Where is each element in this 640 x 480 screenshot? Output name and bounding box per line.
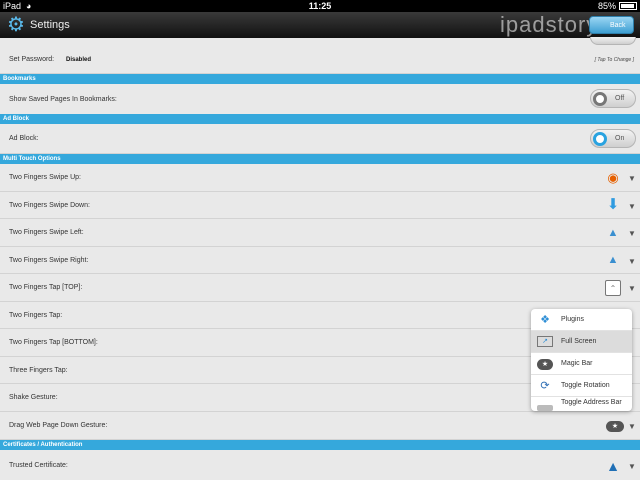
bookmarks-label: Show Saved Pages In Bookmarks:	[9, 96, 117, 103]
password-label: Set Password:	[9, 56, 55, 63]
ad-block-label: Ad Block:	[9, 135, 39, 142]
magic-bar-icon[interactable]: ★	[606, 421, 624, 432]
address-bar-icon	[537, 405, 553, 411]
gesture-row-swipe-right[interactable]: Two Fingers Swipe Right: ▲ ▼	[0, 247, 640, 274]
status-bar: iPad ◕ 11:25 85%	[0, 0, 640, 12]
gesture-label: Two Fingers Swipe Left:	[9, 229, 84, 236]
gesture-row-swipe-up[interactable]: Two Fingers Swipe Up: ◉ ▼	[0, 164, 640, 192]
bookmarks-row: Show Saved Pages In Bookmarks: Off	[0, 84, 640, 116]
gesture-label: Two Fingers Tap:	[9, 312, 63, 319]
section-certificates: Certificates / Authentication	[0, 440, 640, 450]
gesture-row-swipe-left[interactable]: Two Fingers Swipe Left: ▲ ▼	[0, 219, 640, 247]
battery-icon	[619, 2, 637, 10]
settings-list: Set Password: Disabled [ Tap To Change ]…	[0, 37, 640, 480]
dropdown-arrow-icon[interactable]: ▼	[627, 175, 637, 183]
dropdown-arrow-icon[interactable]: ▼	[627, 463, 637, 471]
gesture-label: Shake Gesture:	[9, 394, 58, 401]
popup-item-label: Magic Bar	[561, 360, 593, 367]
section-multi-touch: Multi Touch Options	[0, 154, 640, 164]
fullscreen-icon: ↗	[537, 336, 553, 347]
puzzle-icon: ❖	[540, 314, 550, 326]
password-row[interactable]: Set Password: Disabled [ Tap To Change ]	[0, 46, 640, 74]
popup-item-label: Plugins	[561, 316, 584, 323]
dropdown-arrow-icon[interactable]: ▼	[627, 258, 637, 266]
popup-item-plugins[interactable]: ❖ Plugins	[531, 309, 632, 331]
popup-item-label: Full Screen	[561, 338, 597, 345]
gesture-row-tap-top[interactable]: Two Fingers Tap [TOP]: ⌃ ▼	[0, 274, 640, 302]
dropdown-arrow-icon[interactable]: ▼	[627, 230, 637, 238]
gesture-label: Two Fingers Swipe Right:	[9, 257, 89, 264]
gesture-label: Three Fingers Tap:	[9, 367, 68, 374]
ad-block-row: Ad Block: On	[0, 124, 640, 154]
toggle-state: Off	[615, 95, 625, 102]
back-button[interactable]: Back	[589, 16, 634, 34]
popup-item-label: Toggle Address Bar	[561, 399, 622, 406]
title-bar: ⚙ Settings ipadstory.ru Back	[0, 12, 640, 38]
gesture-label: Two Fingers Swipe Down:	[9, 202, 90, 209]
popup-item-toggle-address-bar[interactable]: Toggle Address Bar	[531, 397, 632, 411]
gear-icon: ⚙	[7, 14, 25, 36]
ad-block-toggle[interactable]: On	[590, 129, 636, 148]
popup-item-magic-bar[interactable]: ★ Magic Bar	[531, 353, 632, 375]
clock: 11:25	[308, 1, 332, 11]
tab-left-icon[interactable]: ▲	[605, 225, 621, 241]
password-value: Disabled	[66, 57, 92, 63]
toggle-knob	[593, 92, 607, 106]
section-bookmarks: Bookmarks	[0, 74, 640, 84]
gesture-action-popup: ❖ Plugins ↗ Full Screen ★ Magic Bar ⟳ To…	[531, 309, 632, 411]
rotation-lock-icon: ⟳	[540, 380, 550, 392]
gesture-label: Two Fingers Swipe Up:	[9, 174, 81, 181]
tab-right-icon[interactable]: ▲	[605, 252, 621, 268]
bookmarks-toggle[interactable]: Off	[590, 89, 636, 108]
page-title: Settings	[30, 19, 70, 31]
arrow-down-icon[interactable]: ⬇	[605, 197, 621, 213]
firefox-icon[interactable]: ◉	[605, 170, 621, 186]
gesture-label: Two Fingers Tap [TOP]:	[9, 284, 83, 291]
battery-percent: 85%	[597, 1, 616, 11]
password-hint[interactable]: [ Tap To Change ]	[595, 57, 634, 63]
gesture-label: Drag Web Page Down Gesture:	[9, 422, 108, 429]
certificate-label: Trusted Certificate:	[9, 462, 68, 469]
dropdown-arrow-icon[interactable]: ▼	[627, 203, 637, 211]
gesture-row-drag-down[interactable]: Drag Web Page Down Gesture: ★ ▼	[0, 412, 640, 440]
magic-bar-icon: ★	[537, 359, 553, 370]
section-ad-block: Ad Block	[0, 114, 640, 124]
scrolled-toggle[interactable]	[590, 37, 636, 45]
gesture-row-swipe-down[interactable]: Two Fingers Swipe Down: ⬇ ▼	[0, 192, 640, 219]
dropdown-arrow-icon[interactable]: ▼	[627, 285, 637, 293]
scroll-top-icon[interactable]: ⌃	[605, 280, 621, 296]
warning-icon[interactable]: ▲	[605, 458, 621, 474]
certificate-row[interactable]: Trusted Certificate: ▲ ▼	[0, 450, 640, 480]
popup-item-full-screen[interactable]: ↗ Full Screen	[531, 331, 632, 353]
toggle-knob	[593, 132, 607, 146]
gesture-label: Two Fingers Tap [BOTTOM]:	[9, 339, 98, 346]
dropdown-arrow-icon[interactable]: ▼	[627, 423, 637, 431]
toggle-state: On	[615, 135, 625, 142]
